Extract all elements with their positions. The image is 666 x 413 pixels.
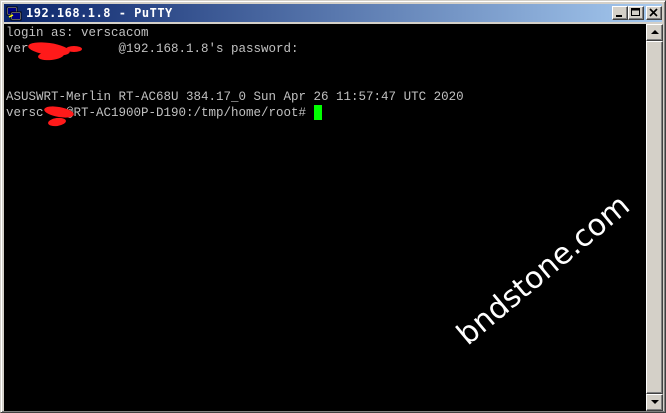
close-icon xyxy=(649,8,658,17)
title-bar[interactable]: 192.168.1.8 - PuTTY xyxy=(4,4,662,22)
terminal-line-login: login as: verscacom xyxy=(6,26,149,40)
arrow-down-icon xyxy=(651,400,659,404)
scroll-down-button[interactable] xyxy=(646,394,663,411)
scroll-up-button[interactable] xyxy=(646,24,663,41)
terminal-cursor xyxy=(313,105,322,120)
arrow-up-icon xyxy=(651,30,659,34)
putty-window: 192.168.1.8 - PuTTY login as: verscacom … xyxy=(0,0,666,413)
minimize-icon xyxy=(616,15,622,17)
maximize-icon xyxy=(631,8,640,16)
window-title: 192.168.1.8 - PuTTY xyxy=(26,6,173,20)
terminal-line-banner: ASUSWRT-Merlin RT-AC68U 384.17_0 Sun Apr… xyxy=(6,90,464,104)
putty-app-icon[interactable] xyxy=(6,5,22,21)
watermark-text: bndstone.com xyxy=(450,188,637,353)
scroll-thumb[interactable] xyxy=(646,41,663,394)
redaction-mark xyxy=(66,46,82,52)
close-button[interactable] xyxy=(646,6,662,20)
vertical-scrollbar[interactable] xyxy=(646,24,663,411)
maximize-button[interactable] xyxy=(628,6,644,20)
minimize-button[interactable] xyxy=(612,6,628,20)
terminal-area[interactable]: login as: verscacom ver @192.168.1.8's p… xyxy=(4,24,646,411)
